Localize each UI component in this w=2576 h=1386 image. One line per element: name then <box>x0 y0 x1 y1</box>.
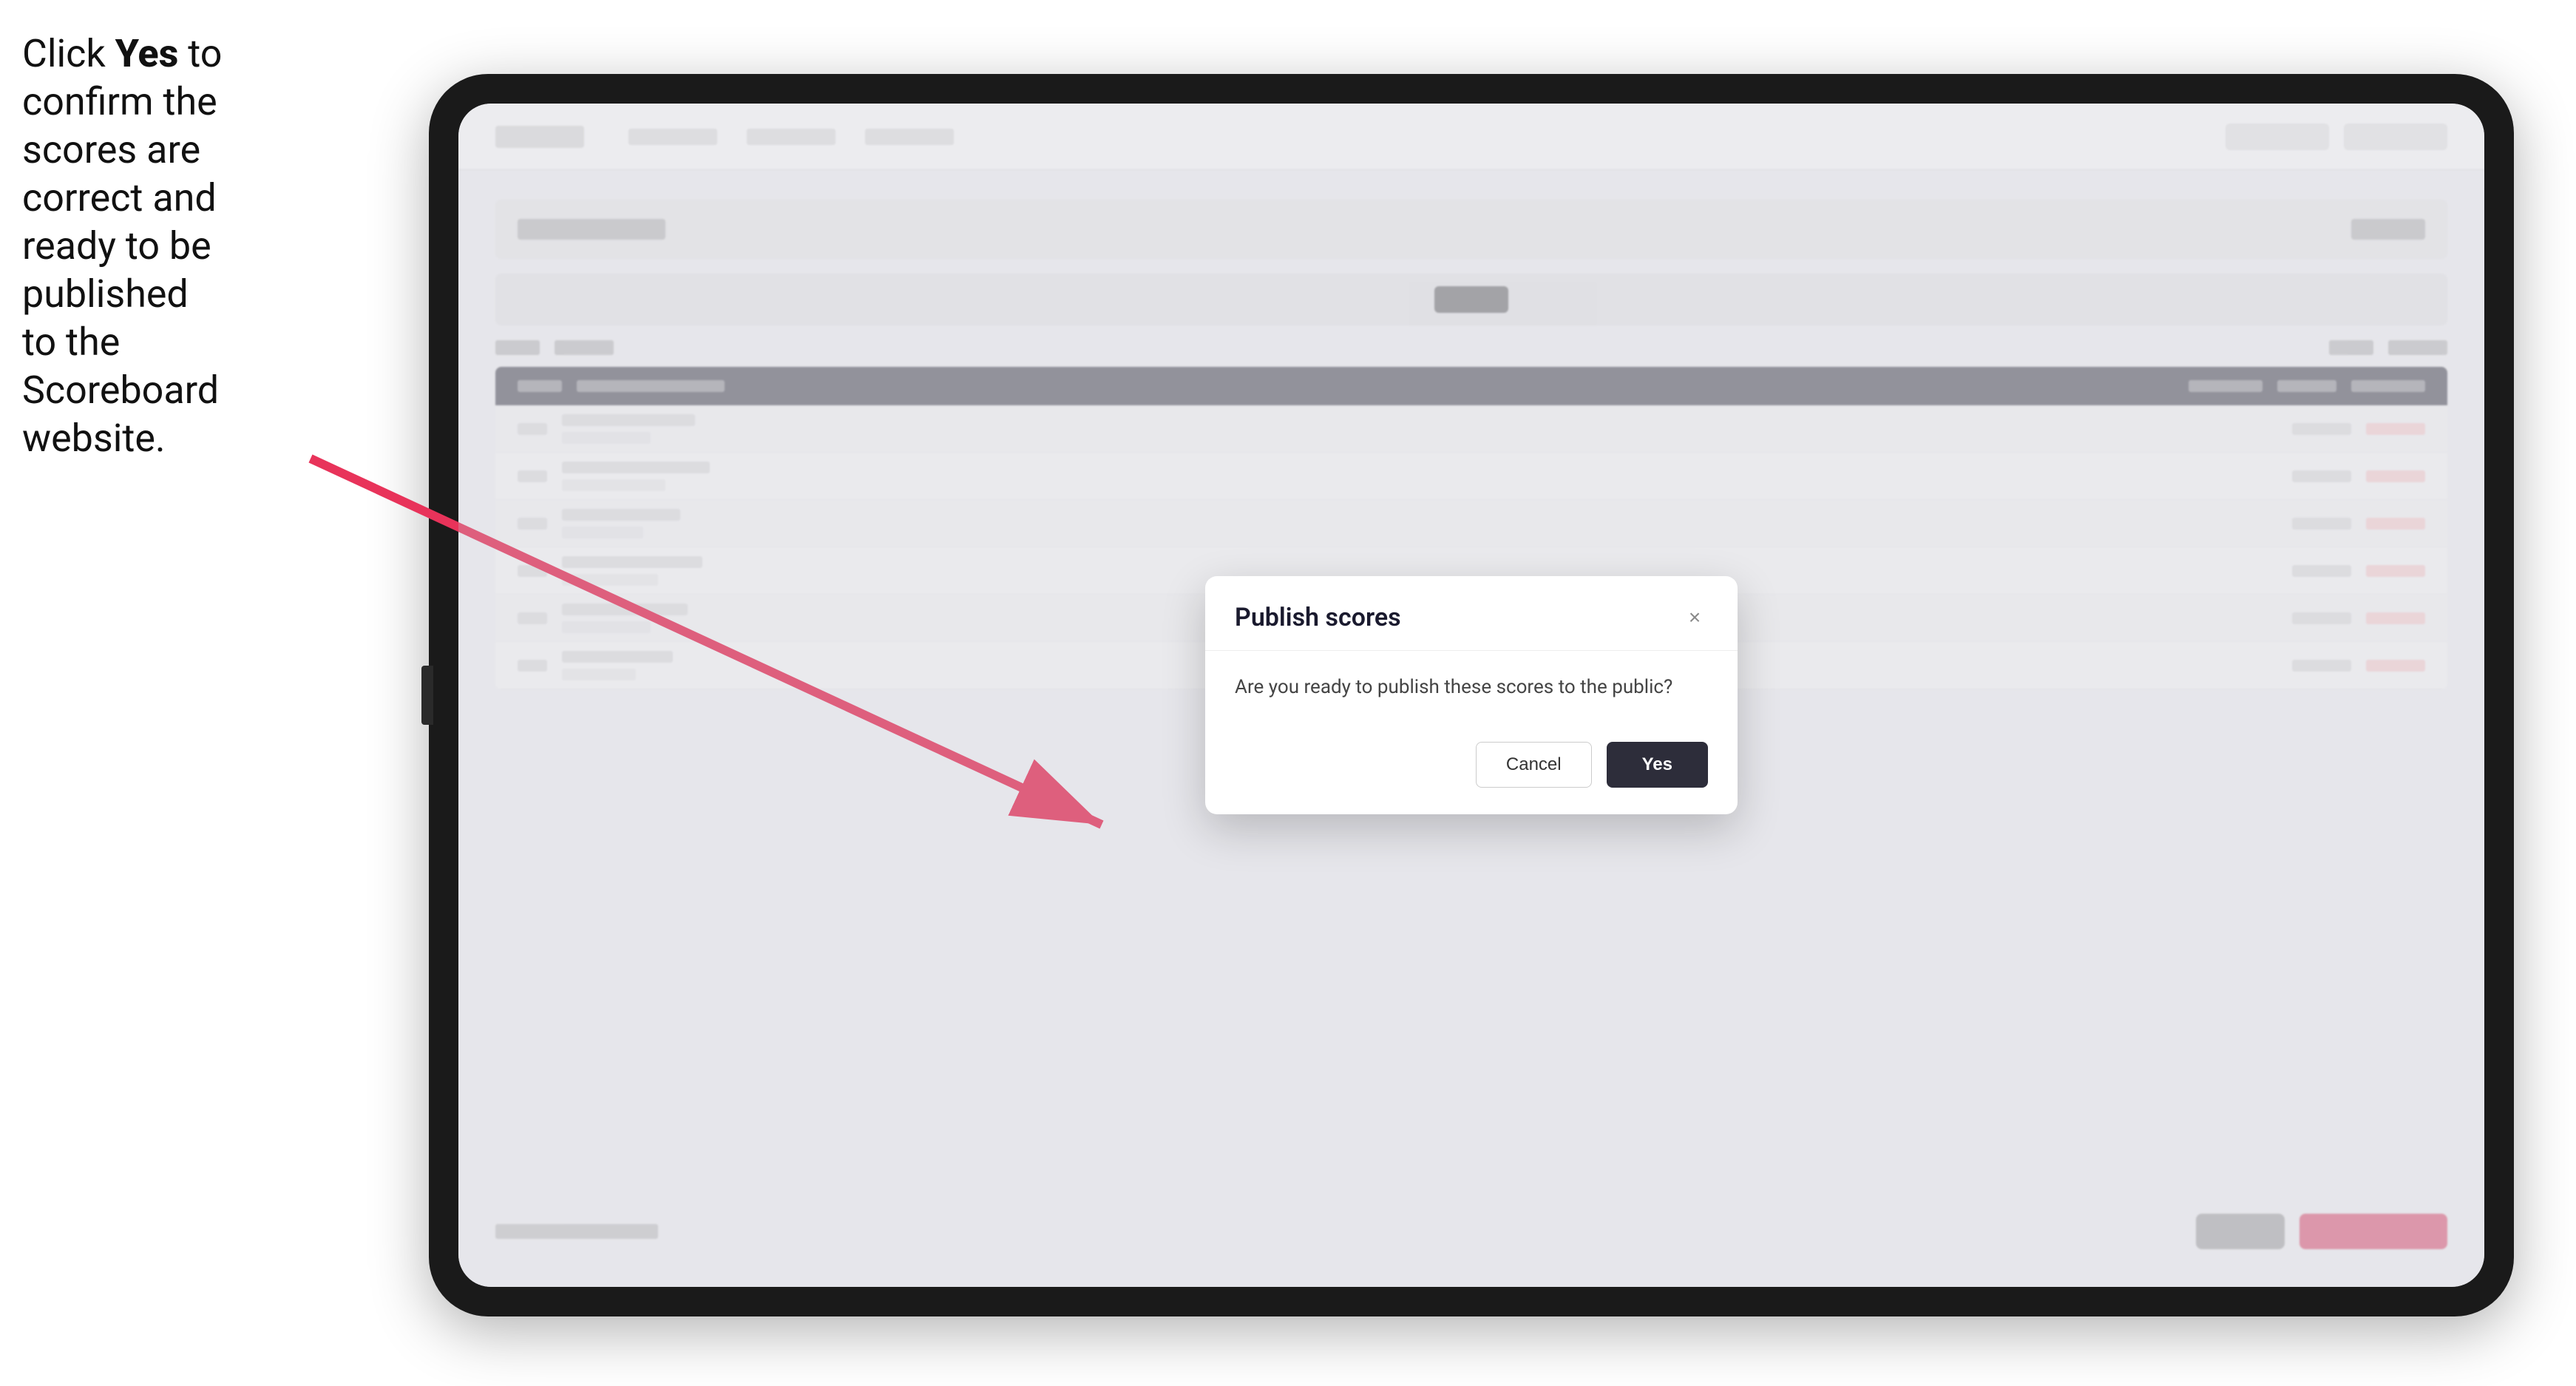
instruction-rest: to confirm the scores are correct and re… <box>22 31 222 461</box>
instruction-bold: Yes <box>115 31 179 76</box>
modal-footer: Cancel Yes <box>1205 724 1738 814</box>
cancel-button[interactable]: Cancel <box>1476 742 1592 788</box>
tablet-device: Publish scores × Are you ready to publis… <box>429 74 2514 1316</box>
modal-body: Are you ready to publish these scores to… <box>1205 651 1738 724</box>
modal-message: Are you ready to publish these scores to… <box>1235 673 1708 702</box>
modal-close-button[interactable]: × <box>1681 604 1708 631</box>
confirm-yes-button[interactable]: Yes <box>1607 742 1708 788</box>
tablet-screen: Publish scores × Are you ready to publis… <box>458 104 2484 1287</box>
modal-dialog: Publish scores × Are you ready to publis… <box>1205 576 1738 814</box>
instruction-text: Click Yes to confirm the scores are corr… <box>22 30 229 462</box>
modal-header: Publish scores × <box>1205 576 1738 651</box>
tablet-side-button <box>421 666 433 725</box>
modal-title: Publish scores <box>1235 603 1401 632</box>
